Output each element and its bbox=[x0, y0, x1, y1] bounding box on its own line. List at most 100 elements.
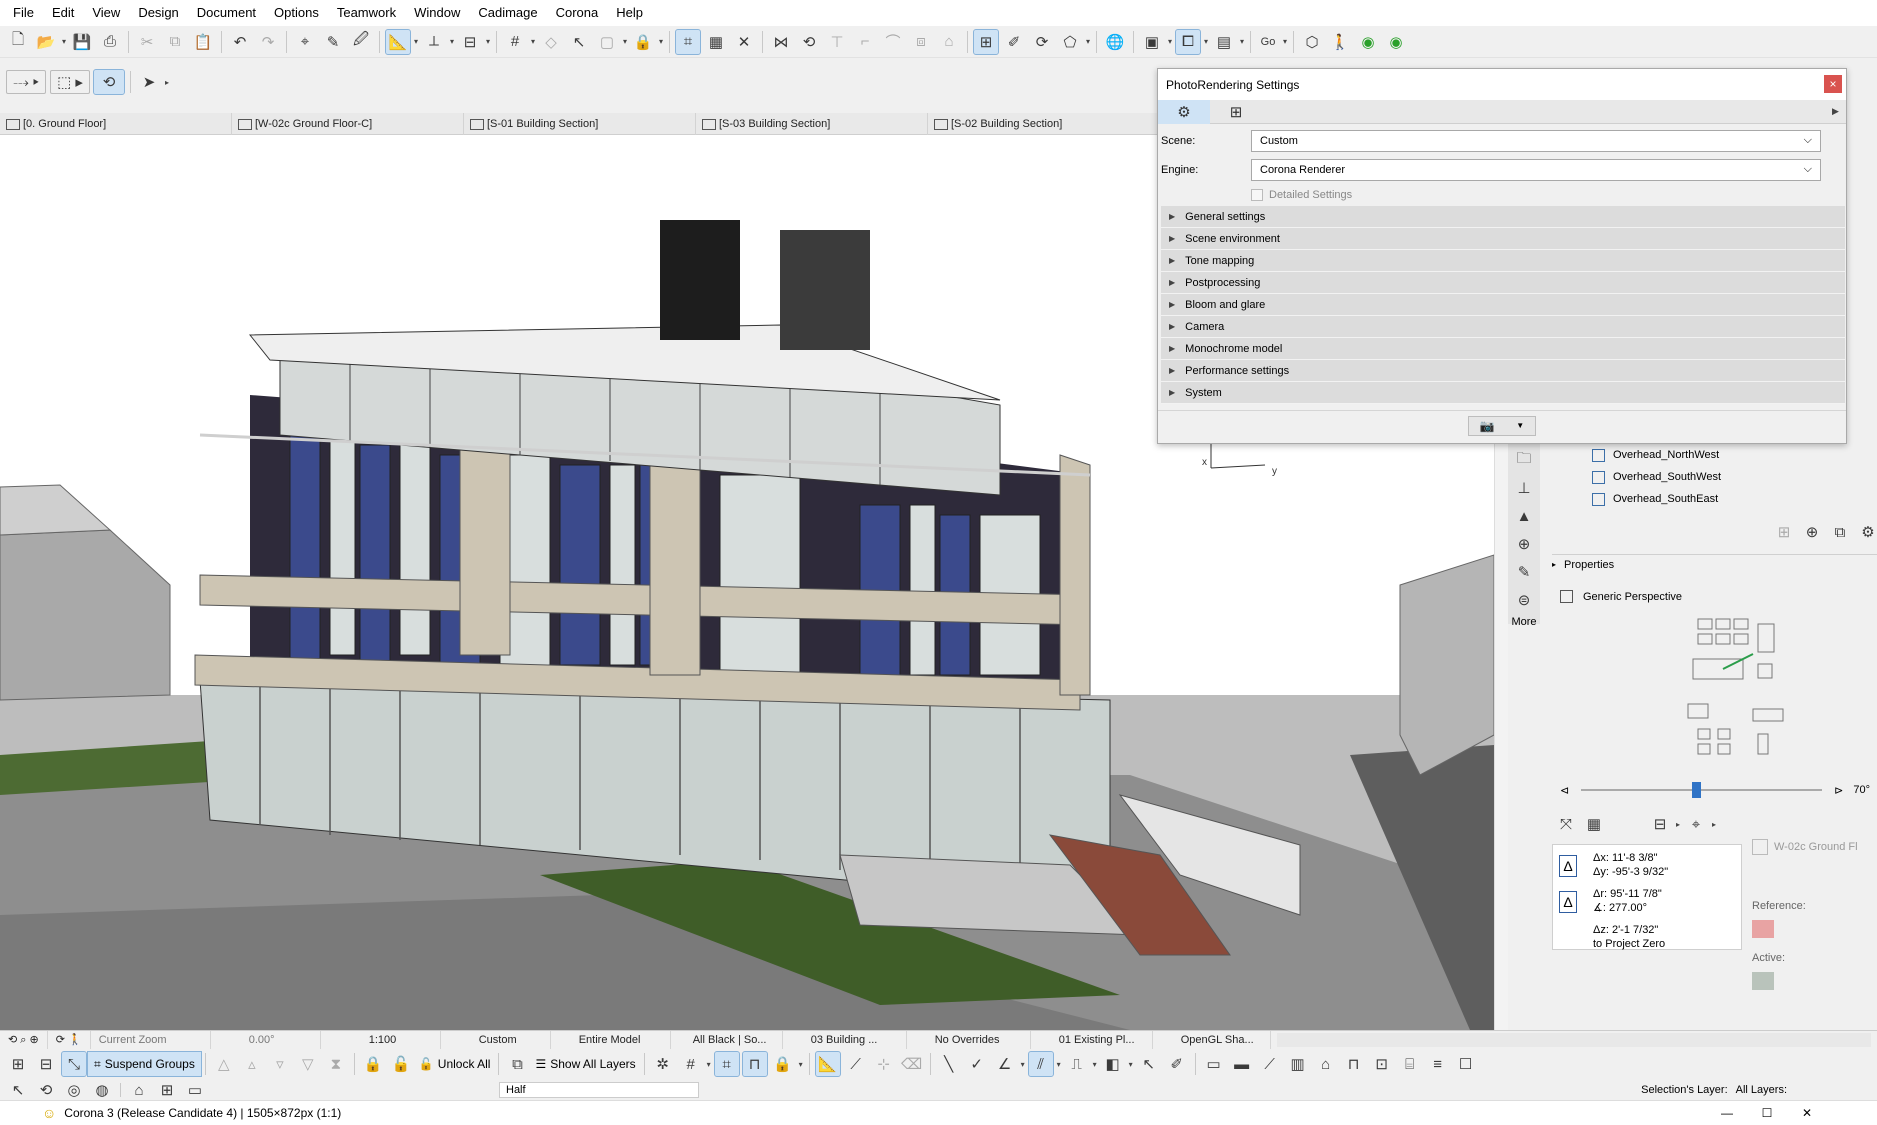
render-ok-icon[interactable]: ◉ bbox=[1356, 30, 1380, 54]
3d-window-icon[interactable]: ⧠ bbox=[1175, 28, 1201, 55]
refresh-icon[interactable]: ⟳ bbox=[1030, 30, 1054, 54]
engine-field[interactable]: OpenGL Sha... bbox=[1153, 1030, 1271, 1049]
tab-section-s03[interactable]: [S-03 Building Section] bbox=[696, 113, 928, 135]
pick-coord-icon[interactable]: ⤧ bbox=[1554, 812, 1578, 836]
lock-small-icon[interactable]: 🔒 bbox=[771, 1052, 795, 1076]
opacity-field[interactable]: Half bbox=[499, 1082, 699, 1098]
offset-icon[interactable]: ⧈ bbox=[909, 30, 933, 54]
arrow-icon[interactable]: ↖ bbox=[6, 1081, 30, 1099]
parallel-icon[interactable]: ⫽ bbox=[1027, 1051, 1054, 1077]
suspend-icon[interactable]: ⤡ bbox=[61, 1051, 87, 1077]
renovation-field[interactable]: 01 Existing Pl... bbox=[1031, 1030, 1153, 1049]
explode-icon[interactable]: ✲ bbox=[651, 1052, 675, 1076]
trace-dropdown-icon[interactable]: ▾ bbox=[621, 37, 629, 46]
mirror-icon[interactable]: ⧗ bbox=[324, 1052, 348, 1076]
more-button[interactable]: More bbox=[1508, 616, 1540, 628]
menu-cadimage[interactable]: Cadimage bbox=[469, 0, 546, 26]
show-all-layers-button[interactable]: ☰ Show All Layers bbox=[531, 1052, 639, 1076]
group-icon[interactable]: ⊞ bbox=[6, 1052, 30, 1076]
paste-icon[interactable]: 📋 bbox=[191, 30, 215, 54]
copy-icon[interactable]: ⧉ bbox=[163, 30, 187, 54]
menu-corona[interactable]: Corona bbox=[547, 0, 608, 26]
menu-help[interactable]: Help bbox=[607, 0, 652, 26]
door-icon[interactable]: ⊓ bbox=[1342, 1052, 1366, 1076]
origin-icon[interactable]: ⌖ bbox=[1684, 812, 1708, 836]
ruler-icon[interactable]: 📐 bbox=[814, 1051, 841, 1077]
edit-icon[interactable]: ✐ bbox=[1002, 30, 1026, 54]
parallel-dropdown-icon[interactable]: ▾ bbox=[1055, 1060, 1063, 1069]
explode-icon[interactable]: ⬠ bbox=[1058, 30, 1082, 54]
list-item[interactable]: Overhead_SouthEast bbox=[1592, 488, 1872, 510]
bring-front-icon[interactable]: △ bbox=[212, 1052, 236, 1076]
section-performance[interactable]: ▶ Performance settings bbox=[1161, 360, 1845, 382]
section-monochrome[interactable]: ▶ Monochrome model bbox=[1161, 338, 1845, 360]
undo-icon[interactable]: ↶ bbox=[228, 30, 252, 54]
suspend-groups-button[interactable]: ⌗ Suspend Groups bbox=[87, 1051, 202, 1077]
properties-header[interactable]: ▸ Properties bbox=[1552, 554, 1877, 574]
close-tool-icon[interactable]: ✕ bbox=[732, 30, 756, 54]
angle-dropdown-icon[interactable]: ▾ bbox=[1019, 1060, 1027, 1069]
lock-dropdown-icon[interactable]: ▾ bbox=[657, 37, 665, 46]
minimize-icon[interactable]: — bbox=[1707, 1106, 1747, 1120]
pointer-icon[interactable]: ↖ bbox=[567, 30, 591, 54]
guide-lines-icon[interactable]: 📐 bbox=[385, 28, 411, 55]
grid-snap-dropdown-icon[interactable]: ▾ bbox=[705, 1060, 713, 1069]
select-arrow-icon[interactable]: ➤ bbox=[137, 70, 161, 94]
window-select-icon[interactable]: ▦ bbox=[704, 30, 728, 54]
lock-small-dropdown-icon[interactable]: ▾ bbox=[797, 1060, 805, 1069]
cursor-icon[interactable]: ↖ bbox=[1137, 1052, 1161, 1076]
layout-icon[interactable]: ▤ bbox=[1212, 30, 1236, 54]
check-icon[interactable]: ✓ bbox=[965, 1052, 989, 1076]
origin-dropdown-icon[interactable]: ▸ bbox=[1710, 820, 1718, 829]
section-general[interactable]: ▶ General settings bbox=[1161, 206, 1845, 228]
clone-view-icon[interactable]: ⧉ bbox=[1828, 520, 1852, 544]
section-system[interactable]: ▶ System bbox=[1161, 382, 1845, 404]
column-icon[interactable]: ▥ bbox=[1286, 1052, 1310, 1076]
trim-icon[interactable]: ⊤ bbox=[825, 30, 849, 54]
explode-dropdown-icon[interactable]: ▾ bbox=[1084, 37, 1092, 46]
3d-dropdown-icon[interactable]: ▾ bbox=[1202, 37, 1210, 46]
send-backward-icon[interactable]: ▿ bbox=[268, 1052, 292, 1076]
list-item[interactable]: Overhead_SouthWest bbox=[1592, 466, 1872, 488]
pen-icon[interactable]: ✐ bbox=[1165, 1052, 1189, 1076]
custom-field[interactable]: Custom bbox=[441, 1030, 551, 1049]
building-field[interactable]: 03 Building ... bbox=[783, 1030, 907, 1049]
unlock-all-button[interactable]: 🔓 Unlock All bbox=[415, 1052, 495, 1076]
layers-icon[interactable]: ⧉ bbox=[505, 1052, 529, 1076]
menu-design[interactable]: Design bbox=[129, 0, 187, 26]
delta-icon[interactable]: Δ bbox=[1559, 855, 1577, 877]
menu-file[interactable]: File bbox=[4, 0, 43, 26]
split-icon[interactable]: ⌐ bbox=[853, 30, 877, 54]
navigator-preview[interactable] bbox=[1678, 614, 1798, 764]
roof-icon[interactable]: ⌂ bbox=[937, 30, 961, 54]
relative-dropdown-icon[interactable]: ▸ bbox=[1674, 820, 1682, 829]
detailed-checkbox[interactable] bbox=[1251, 189, 1263, 201]
menu-edit[interactable]: Edit bbox=[43, 0, 83, 26]
settings-tab-icon[interactable]: ⚙ bbox=[1158, 99, 1210, 124]
render-window-icon[interactable]: ▣ bbox=[1140, 30, 1164, 54]
active-swatch[interactable] bbox=[1752, 972, 1774, 990]
menu-document[interactable]: Document bbox=[188, 0, 265, 26]
intersect-icon[interactable]: ⋈ bbox=[769, 30, 793, 54]
model-field[interactable]: Entire Model bbox=[551, 1030, 671, 1049]
expand-dialog-icon[interactable]: ▶ bbox=[1832, 106, 1846, 117]
scale-field[interactable]: 1:100 bbox=[321, 1030, 441, 1049]
new-view-icon[interactable]: ⊕ bbox=[1800, 520, 1824, 544]
orbit-tool-icon[interactable]: ⟲ bbox=[93, 69, 125, 95]
tab-section-s02[interactable]: [S-02 Building Section] bbox=[928, 113, 1160, 135]
globe-view-icon[interactable]: ⊜ bbox=[1512, 588, 1536, 612]
grid-coord-icon[interactable]: ▦ bbox=[1582, 812, 1606, 836]
fillet-icon[interactable]: ⌒ bbox=[881, 30, 905, 54]
close-icon[interactable]: × bbox=[1824, 75, 1842, 93]
open-icon[interactable]: 📂 bbox=[34, 30, 58, 54]
target2-icon[interactable]: ◎ bbox=[62, 1081, 86, 1099]
section-tone-mapping[interactable]: ▶ Tone mapping bbox=[1161, 250, 1845, 272]
view-name-field[interactable]: W-02c Ground Fl bbox=[1752, 834, 1877, 859]
go-button[interactable]: Go bbox=[1257, 30, 1279, 54]
scene-select[interactable]: Custom ⌵ bbox=[1251, 129, 1821, 152]
gravity-dropdown-icon[interactable]: ▾ bbox=[484, 37, 492, 46]
inject-icon[interactable]: 🖉 bbox=[349, 30, 373, 54]
step-icon[interactable]: ⎍ bbox=[1065, 1052, 1089, 1076]
lock-icon[interactable]: 🔒 bbox=[361, 1052, 385, 1076]
cube-icon[interactable]: ⬡ bbox=[1300, 30, 1324, 54]
